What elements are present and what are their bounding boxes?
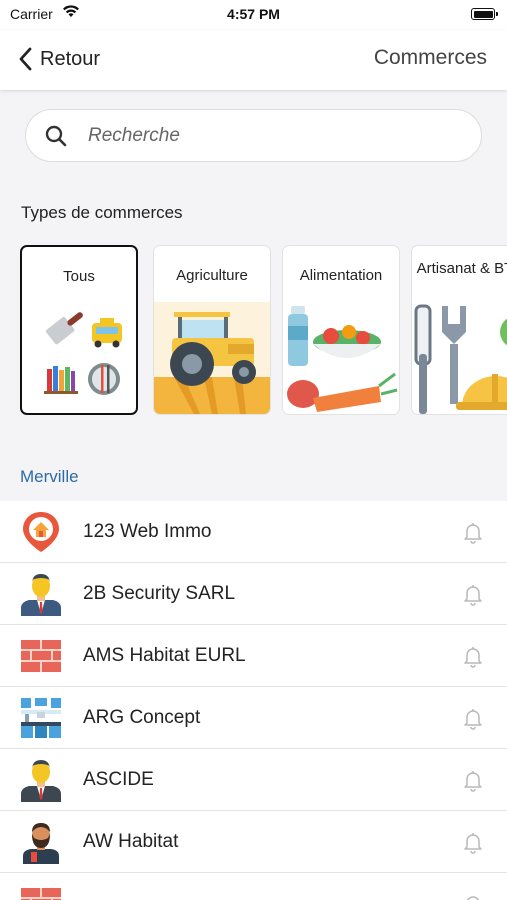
bell-icon[interactable] <box>461 830 485 854</box>
category-label: Tous <box>63 268 95 285</box>
shop-name: ARG Concept <box>83 707 201 728</box>
businessman-icon <box>21 574 61 616</box>
shop-name: 123 Web Immo <box>83 521 212 542</box>
list-item[interactable]: ARG Concept <box>0 687 507 749</box>
status-bar: Carrier 4:57 PM <box>0 0 507 30</box>
category-label: Alimentation <box>299 267 383 284</box>
brick-wall-icon <box>21 888 61 900</box>
search-input[interactable] <box>88 124 448 147</box>
category-card-artisanat[interactable]: Artisanat & BTP <box>411 245 507 415</box>
shop-name: 2B Security SARL <box>83 583 236 604</box>
shop-name: ASCIDE <box>83 769 154 790</box>
category-card-alimentation[interactable]: Alimentation <box>282 245 400 415</box>
list-item[interactable] <box>0 873 507 900</box>
categories-heading: Types de commerces <box>21 203 183 222</box>
list-item[interactable]: ASCIDE <box>0 749 507 811</box>
list-item[interactable]: 123 Web Immo <box>0 501 507 563</box>
bell-icon[interactable] <box>461 644 485 668</box>
bell-icon[interactable] <box>461 892 485 900</box>
tractor-icon <box>154 302 270 414</box>
page-title: Commerces <box>373 46 487 69</box>
city-header: Merville <box>20 467 79 486</box>
category-carousel[interactable]: Tous Agriculture Alimentation Artisanat … <box>20 245 507 415</box>
bearded-man-icon <box>23 823 59 864</box>
vegetables-icon <box>287 306 398 412</box>
shop-name: AMS Habitat EURL <box>83 645 246 666</box>
bell-icon[interactable] <box>461 768 485 792</box>
shop-list: 123 Web Immo 2B Security SARL AMS Habita… <box>0 501 507 900</box>
clock: 4:57 PM <box>227 6 280 22</box>
category-label: Artisanat & BTP <box>416 260 507 277</box>
nav-bar: Retour Commerces <box>0 30 507 90</box>
category-card-agriculture[interactable]: Agriculture <box>153 245 271 415</box>
back-label: Retour <box>40 47 101 70</box>
brick-wall-icon <box>21 640 61 672</box>
category-card-tous[interactable]: Tous <box>20 245 138 415</box>
bell-icon[interactable] <box>461 520 485 544</box>
kitchen-icon <box>21 698 61 738</box>
list-item[interactable]: AMS Habitat EURL <box>0 625 507 687</box>
battery-icon <box>471 8 498 20</box>
search-bar[interactable] <box>25 109 482 162</box>
chevron-left-icon <box>19 47 32 71</box>
businessman-icon <box>21 760 61 802</box>
home-pin-icon <box>23 512 59 552</box>
shop-name: AW Habitat <box>83 831 179 852</box>
all-types-icon <box>44 312 122 395</box>
tools-helmet-icon <box>414 304 507 414</box>
bell-icon[interactable] <box>461 706 485 730</box>
back-button[interactable]: Retour <box>18 44 100 74</box>
category-label: Agriculture <box>176 267 248 284</box>
list-item[interactable]: 2B Security SARL <box>0 563 507 625</box>
list-item[interactable]: AW Habitat <box>0 811 507 873</box>
search-icon <box>45 125 67 146</box>
bell-icon[interactable] <box>461 582 485 606</box>
